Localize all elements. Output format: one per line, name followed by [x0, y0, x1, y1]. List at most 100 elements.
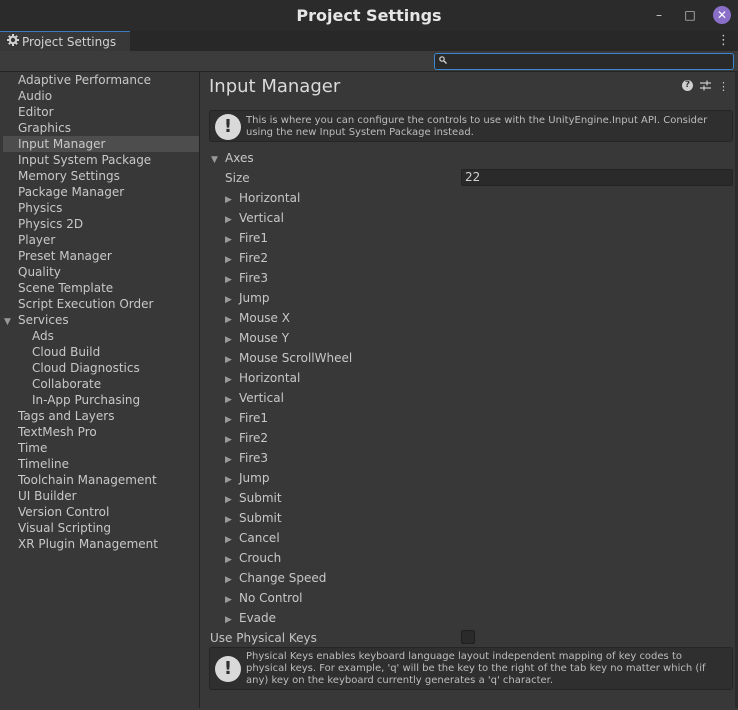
axis-label: Mouse Y: [239, 331, 290, 345]
sidebar-item-script-execution-order[interactable]: Script Execution Order: [3, 296, 199, 312]
axis-foldout[interactable]: ▶ Evade: [225, 610, 352, 630]
triangle-right-icon: ▶: [225, 235, 232, 245]
minimize-button[interactable]: –: [650, 6, 668, 24]
help-icon[interactable]: ?: [682, 80, 693, 91]
axis-foldout[interactable]: ▶ Submit: [225, 510, 352, 530]
sidebar-item-preset-manager[interactable]: Preset Manager: [3, 248, 199, 264]
axis-foldout[interactable]: ▶ Vertical: [225, 210, 352, 230]
axes-label: Axes: [225, 151, 254, 165]
sidebar-item-collaborate[interactable]: Collaborate: [3, 376, 199, 392]
search-input[interactable]: [434, 53, 734, 70]
sidebar-item-editor[interactable]: Editor: [3, 104, 199, 120]
use-physical-keys-checkbox[interactable]: [461, 630, 475, 644]
sidebar-item-cloud-diagnostics[interactable]: Cloud Diagnostics: [3, 360, 199, 376]
header-icons: ? ⋮: [682, 80, 729, 94]
sidebar-item-label: Visual Scripting: [18, 521, 111, 535]
sidebar-item-services[interactable]: ▼ Services: [3, 312, 199, 328]
sidebar-item-graphics[interactable]: Graphics: [3, 120, 199, 136]
sidebar-item-label: Physics 2D: [18, 217, 84, 231]
triangle-right-icon: ▶: [225, 515, 232, 525]
sidebar-item-toolchain-management[interactable]: Toolchain Management: [3, 472, 199, 488]
sidebar-item-xr-plugin-management[interactable]: XR Plugin Management: [3, 536, 199, 552]
axis-foldout[interactable]: ▶ Fire1: [225, 410, 352, 430]
triangle-down-icon: ▼: [211, 155, 218, 165]
sidebar-item-ui-builder[interactable]: UI Builder: [3, 488, 199, 504]
close-button[interactable]: ✕: [713, 6, 731, 24]
axis-foldout[interactable]: ▶ Horizontal: [225, 370, 352, 390]
axis-foldout[interactable]: ▶ Mouse X: [225, 310, 352, 330]
axis-foldout[interactable]: ▶ Crouch: [225, 550, 352, 570]
axis-foldout[interactable]: ▶ Submit: [225, 490, 352, 510]
size-label: Size: [225, 171, 250, 185]
axis-list: ▶ Horizontal ▶ Vertical ▶ Fire1 ▶ Fire2 ▶ Fire3 ▶ J…: [225, 190, 352, 630]
window-title: Project Settings: [296, 6, 442, 25]
sidebar-item-memory-settings[interactable]: Memory Settings: [3, 168, 199, 184]
axis-foldout[interactable]: ▶ Fire2: [225, 430, 352, 450]
axis-foldout[interactable]: ▶ Horizontal: [225, 190, 352, 210]
physical-keys-helpbox: ! Physical Keys enables keyboard languag…: [209, 647, 733, 690]
axis-label: Crouch: [239, 551, 282, 565]
axis-foldout[interactable]: ▶ Jump: [225, 290, 352, 310]
sidebar-item-ads[interactable]: Ads: [3, 328, 199, 344]
sidebar-item-label: Script Execution Order: [18, 297, 154, 311]
sidebar-item-input-manager[interactable]: Input Manager: [3, 136, 199, 152]
sidebar-item-label: Toolchain Management: [18, 473, 157, 487]
sidebar-item-physics-2d[interactable]: Physics 2D: [3, 216, 199, 232]
sidebar-item-label: Collaborate: [32, 377, 102, 391]
main-panel: Input Manager ? ⋮ ! This is where you ca…: [200, 72, 738, 708]
axis-foldout[interactable]: ▶ Mouse Y: [225, 330, 352, 350]
kebab-menu-icon[interactable]: ⋮: [717, 33, 730, 48]
sidebar-item-visual-scripting[interactable]: Visual Scripting: [3, 520, 199, 536]
search-icon: [439, 56, 447, 67]
sidebar-item-label: Time: [18, 441, 48, 455]
sidebar-item-textmesh-pro[interactable]: TextMesh Pro: [3, 424, 199, 440]
tab-bar: Project Settings ⋮: [0, 31, 738, 51]
sidebar-item-cloud-build[interactable]: Cloud Build: [3, 344, 199, 360]
sidebar-item-input-system-package[interactable]: Input System Package: [3, 152, 199, 168]
sidebar-item-in-app-purchasing[interactable]: In-App Purchasing: [3, 392, 199, 408]
sidebar-item-label: Editor: [18, 105, 54, 119]
size-field[interactable]: 22: [461, 169, 733, 186]
tab-project-settings[interactable]: Project Settings: [0, 31, 130, 51]
axis-foldout[interactable]: ▶ Fire3: [225, 450, 352, 470]
axes-foldout[interactable]: ▼ Axes: [211, 150, 254, 166]
sidebar-item-label: Tags and Layers: [18, 409, 115, 423]
triangle-right-icon: ▶: [225, 215, 232, 225]
sidebar-item-adaptive-performance[interactable]: Adaptive Performance: [3, 72, 199, 88]
sidebar-item-version-control[interactable]: Version Control: [3, 504, 199, 520]
sidebar-item-quality[interactable]: Quality: [3, 264, 199, 280]
sidebar-item-scene-template[interactable]: Scene Template: [3, 280, 199, 296]
maximize-button[interactable]: □: [681, 6, 699, 24]
more-options-icon[interactable]: ⋮: [718, 80, 729, 94]
axis-label: No Control: [239, 591, 303, 605]
sidebar-item-player[interactable]: Player: [3, 232, 199, 248]
sidebar-item-label: Version Control: [18, 505, 110, 519]
triangle-right-icon: ▶: [225, 295, 232, 305]
sidebar-item-audio[interactable]: Audio: [3, 88, 199, 104]
axis-foldout[interactable]: ▶ Cancel: [225, 530, 352, 550]
use-physical-keys-label: Use Physical Keys: [210, 631, 317, 645]
axis-foldout[interactable]: ▶ Fire2: [225, 250, 352, 270]
preset-sliders-icon[interactable]: [700, 80, 711, 94]
sidebar-item-timeline[interactable]: Timeline: [3, 456, 199, 472]
axis-label: Horizontal: [239, 191, 301, 205]
axis-label: Cancel: [239, 531, 280, 545]
axis-foldout[interactable]: ▶ Fire3: [225, 270, 352, 290]
triangle-down-icon[interactable]: ▼: [4, 314, 18, 330]
sidebar-item-label: Physics: [18, 201, 63, 215]
settings-sidebar: Adaptive Performance Audio Editor Graphics I…: [3, 72, 199, 708]
axis-label: Fire3: [239, 451, 269, 465]
sidebar-item-tags-and-layers[interactable]: Tags and Layers: [3, 408, 199, 424]
axis-foldout[interactable]: ▶ No Control: [225, 590, 352, 610]
sidebar-item-package-manager[interactable]: Package Manager: [3, 184, 199, 200]
axis-foldout[interactable]: ▶ Jump: [225, 470, 352, 490]
axis-foldout[interactable]: ▶ Fire1: [225, 230, 352, 250]
triangle-right-icon: ▶: [225, 415, 232, 425]
axis-foldout[interactable]: ▶ Mouse ScrollWheel: [225, 350, 352, 370]
sidebar-item-physics[interactable]: Physics: [3, 200, 199, 216]
triangle-right-icon: ▶: [225, 555, 232, 565]
axis-foldout[interactable]: ▶ Change Speed: [225, 570, 352, 590]
sidebar-item-time[interactable]: Time: [3, 440, 199, 456]
axis-foldout[interactable]: ▶ Vertical: [225, 390, 352, 410]
sidebar-item-label: UI Builder: [18, 489, 77, 503]
